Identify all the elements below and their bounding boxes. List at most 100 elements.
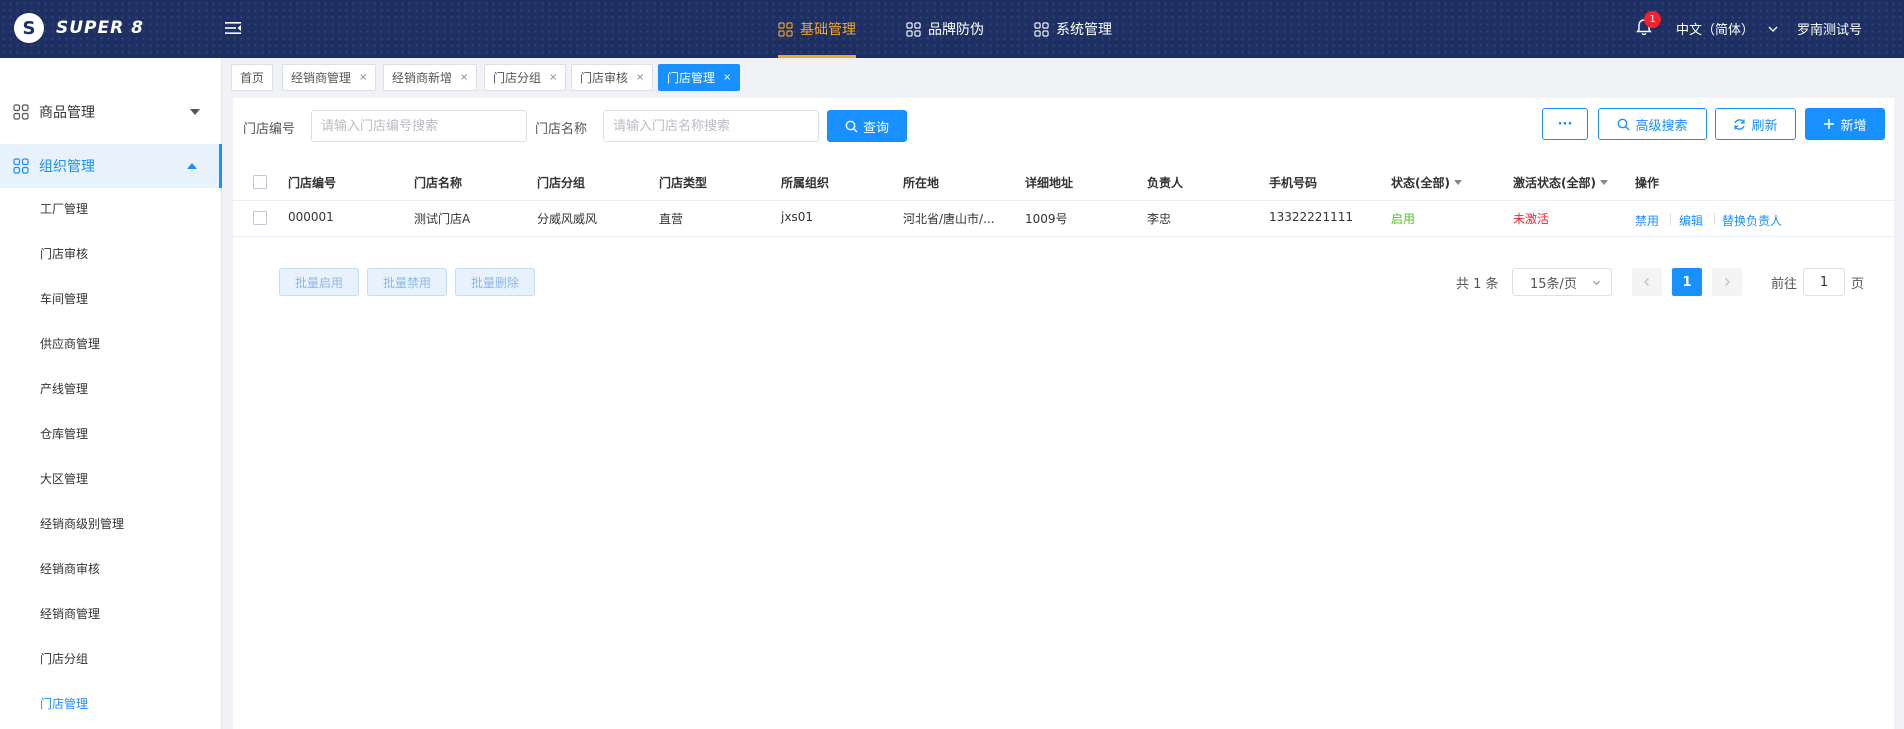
topnav-item-basic[interactable]: 基础管理 bbox=[778, 0, 856, 58]
top-header: S SUPER 8 基础管理 品牌防伪 系统管理 1 中文（简体） 罗南测试号 bbox=[0, 0, 1904, 58]
language-label: 中文（简体） bbox=[1676, 23, 1755, 38]
chevron-down-icon bbox=[1592, 280, 1601, 286]
close-icon[interactable]: × bbox=[359, 72, 367, 83]
close-icon[interactable]: × bbox=[549, 72, 557, 83]
jump-page-input[interactable] bbox=[1803, 268, 1845, 296]
topnav-item-system[interactable]: 系统管理 bbox=[1034, 0, 1112, 58]
sidebar-item-dealer[interactable]: 经销商管理 bbox=[40, 605, 100, 622]
jump-suffix-label: 页 bbox=[1851, 277, 1865, 292]
batch-enable-button[interactable]: 批量启用 bbox=[279, 268, 359, 296]
cell-store-code: 000001 bbox=[288, 210, 334, 224]
advanced-search-label: 高级搜索 bbox=[1635, 118, 1688, 134]
row-checkbox[interactable] bbox=[253, 211, 267, 225]
column-header: 详细地址 bbox=[1025, 176, 1074, 190]
store-name-input[interactable] bbox=[603, 110, 819, 142]
sidebar-item-workshop[interactable]: 车间管理 bbox=[40, 290, 88, 307]
batch-disable-button[interactable]: 批量禁用 bbox=[367, 268, 447, 296]
tab-home[interactable]: 首页 bbox=[231, 64, 274, 91]
column-header: 所在地 bbox=[903, 176, 940, 190]
logo[interactable]: S SUPER 8 bbox=[14, 13, 144, 43]
caret-up-icon bbox=[187, 163, 197, 169]
refresh-button[interactable]: 刷新 bbox=[1715, 108, 1796, 140]
close-icon[interactable]: × bbox=[723, 72, 731, 83]
sidebar-item-dealer-review[interactable]: 经销商审核 bbox=[40, 560, 100, 577]
topnav-label: 系统管理 bbox=[1056, 22, 1112, 38]
advanced-search-button[interactable]: 高级搜索 bbox=[1598, 108, 1707, 140]
topnav-item-brand[interactable]: 品牌防伪 bbox=[906, 0, 984, 58]
store-code-label: 门店编号 bbox=[243, 122, 296, 137]
jump-prefix-label: 前往 bbox=[1771, 277, 1798, 292]
sidebar-item-store-review[interactable]: 门店审核 bbox=[40, 245, 88, 262]
batch-delete-button[interactable]: 批量删除 bbox=[455, 268, 535, 296]
more-button[interactable]: ··· bbox=[1542, 108, 1588, 140]
chevron-right-icon bbox=[1725, 278, 1730, 286]
user-name[interactable]: 罗南测试号 bbox=[1797, 19, 1862, 38]
add-button-label: 新增 bbox=[1840, 118, 1867, 134]
cell-location: 河北省/唐山市/... bbox=[903, 212, 995, 226]
status-filter-header[interactable]: 状态(全部) bbox=[1391, 174, 1462, 191]
page-size-value: 15条/页 bbox=[1530, 276, 1577, 292]
tab-store-management[interactable]: 门店管理 × bbox=[658, 64, 741, 91]
tab-label: 经销商新增 bbox=[392, 71, 453, 85]
activation-filter-header[interactable]: 激活状态(全部) bbox=[1513, 174, 1608, 191]
select-all-checkbox[interactable] bbox=[253, 175, 267, 189]
prev-page-button[interactable] bbox=[1632, 268, 1662, 296]
column-header: 门店编号 bbox=[288, 176, 337, 190]
language-selector[interactable]: 中文（简体） bbox=[1676, 19, 1778, 38]
sidebar-item-store-group[interactable]: 门店分组 bbox=[40, 650, 88, 667]
logo-mark: S bbox=[14, 13, 44, 43]
refresh-button-label: 刷新 bbox=[1751, 118, 1778, 134]
tab-label: 首页 bbox=[240, 71, 265, 85]
notification-badge: 1 bbox=[1644, 11, 1661, 28]
cell-address: 1009号 bbox=[1025, 212, 1068, 226]
sidebar-group-org[interactable]: 组织管理 bbox=[0, 144, 222, 188]
store-name-label: 门店名称 bbox=[535, 122, 588, 137]
edit-link[interactable]: 编辑 bbox=[1679, 212, 1703, 229]
column-header: 所属组织 bbox=[781, 176, 830, 190]
cell-organization: jxs01 bbox=[781, 210, 813, 224]
sidebar-group-label: 组织管理 bbox=[39, 159, 95, 175]
column-header: 门店类型 bbox=[659, 176, 708, 190]
search-icon bbox=[845, 120, 858, 132]
sidebar-group-product[interactable]: 商品管理 bbox=[0, 90, 222, 134]
tab-dealer-add[interactable]: 经销商新增 × bbox=[383, 64, 478, 91]
divider bbox=[1670, 213, 1671, 225]
disable-link[interactable]: 禁用 bbox=[1635, 212, 1659, 229]
page-number-button[interactable]: 1 bbox=[1672, 268, 1702, 296]
cell-phone: 13322221111 bbox=[1269, 210, 1353, 224]
chevron-left-icon bbox=[1644, 278, 1649, 286]
store-code-input[interactable] bbox=[311, 110, 527, 142]
add-button[interactable]: 新增 bbox=[1805, 108, 1885, 140]
sidebar-item-region[interactable]: 大区管理 bbox=[40, 470, 88, 487]
close-icon[interactable]: × bbox=[636, 72, 644, 83]
tab-dealer-management[interactable]: 经销商管理 × bbox=[282, 64, 377, 91]
menu-toggle-icon[interactable] bbox=[224, 19, 242, 37]
page-size-select[interactable]: 15条/页 bbox=[1512, 268, 1612, 296]
sidebar-item-store-management[interactable]: 门店管理 bbox=[40, 695, 88, 712]
top-nav: 基础管理 品牌防伪 系统管理 bbox=[778, 0, 1162, 58]
cell-store-type: 直营 bbox=[659, 212, 684, 226]
logo-text: SUPER 8 bbox=[56, 18, 144, 38]
tab-label: 门店管理 bbox=[667, 71, 716, 85]
tab-store-review[interactable]: 门店审核 × bbox=[571, 64, 654, 91]
tabs-bar: 首页 经销商管理 × 经销商新增 × 门店分组 × 门店审核 × 门店管理 × bbox=[223, 58, 1904, 98]
column-header: 手机号码 bbox=[1269, 176, 1318, 190]
query-button[interactable]: 查询 bbox=[827, 110, 907, 142]
grid-icon bbox=[13, 104, 29, 120]
column-header: 门店分组 bbox=[537, 176, 586, 190]
search-icon bbox=[1618, 118, 1630, 130]
refresh-icon bbox=[1734, 118, 1746, 130]
sidebar-item-dealer-level[interactable]: 经销商级别管理 bbox=[40, 515, 124, 532]
tab-label: 经销商管理 bbox=[291, 71, 352, 85]
sidebar-item-warehouse[interactable]: 仓库管理 bbox=[40, 425, 88, 442]
pagination-total: 共 1 条 bbox=[1456, 277, 1499, 292]
sidebar-item-factory[interactable]: 工厂管理 bbox=[40, 200, 88, 217]
sidebar-item-supplier[interactable]: 供应商管理 bbox=[40, 335, 100, 352]
topnav-label: 基础管理 bbox=[800, 22, 856, 38]
sidebar-item-production-line[interactable]: 产线管理 bbox=[40, 380, 88, 397]
next-page-button[interactable] bbox=[1712, 268, 1742, 296]
close-icon[interactable]: × bbox=[460, 72, 468, 83]
replace-manager-link[interactable]: 替换负责人 bbox=[1722, 212, 1782, 229]
activation-badge: 未激活 bbox=[1513, 212, 1550, 226]
tab-store-group[interactable]: 门店分组 × bbox=[484, 64, 567, 91]
